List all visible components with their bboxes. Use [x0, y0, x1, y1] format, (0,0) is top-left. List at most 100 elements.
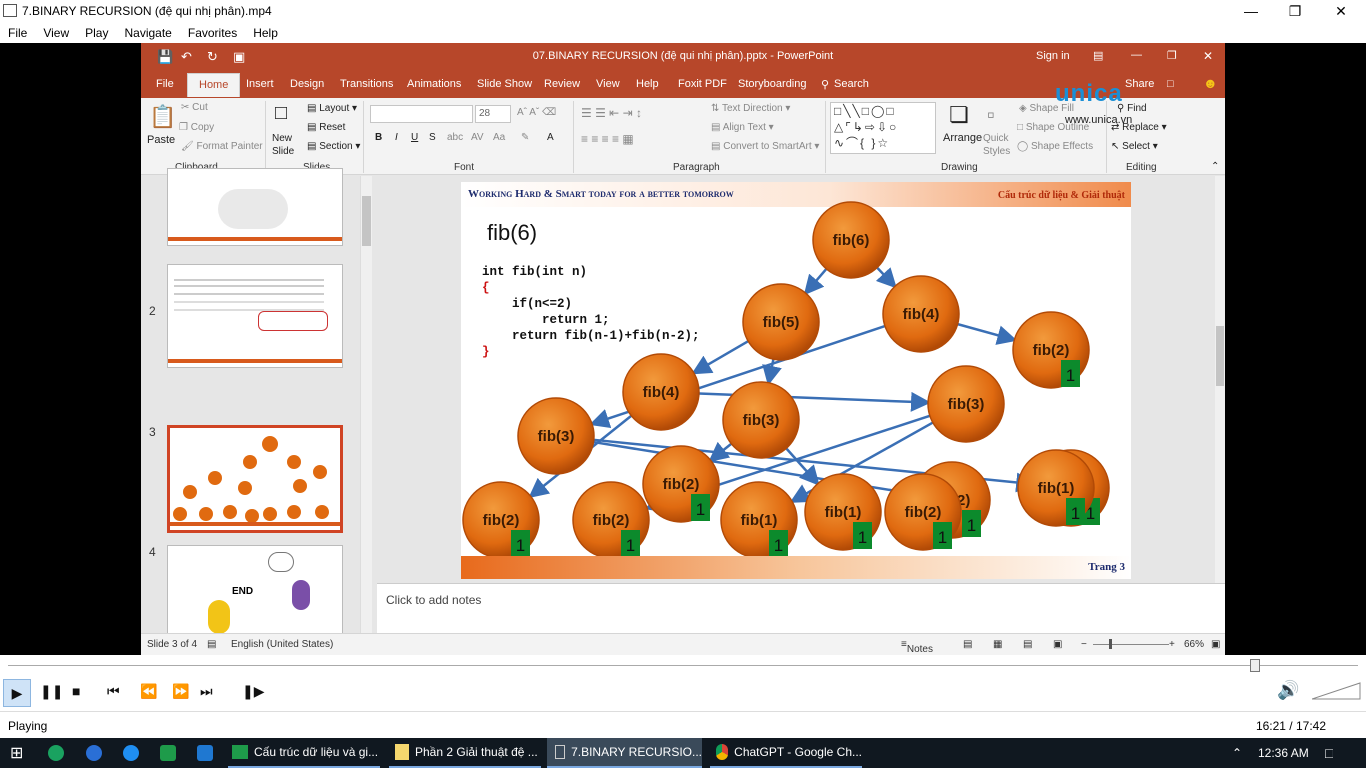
- cut-button[interactable]: ✂ Cut: [181, 102, 208, 113]
- excel-like-icon[interactable]: [160, 745, 176, 761]
- shadow-button[interactable]: S: [429, 132, 436, 143]
- tell-me-search[interactable]: Search: [834, 78, 869, 90]
- reading-view-icon[interactable]: ▤: [1023, 639, 1032, 650]
- shapes-gallery[interactable]: □╲╲□◯□ △⌜↳⇨⇩○ ∿⌒{ }☆: [830, 102, 936, 154]
- frame-step-button[interactable]: ❚▶: [242, 683, 265, 700]
- taskbar-item-3-active[interactable]: 7.BINARY RECURSIO...: [547, 738, 702, 768]
- zoom-slider-thumb[interactable]: [1109, 639, 1112, 649]
- layout-button[interactable]: ▤ Layout ▾: [307, 103, 357, 114]
- ribbon-display-icon[interactable]: ▤: [1093, 49, 1103, 62]
- clock[interactable]: 12:36 AM: [1258, 738, 1309, 768]
- menu-view[interactable]: View: [43, 26, 69, 40]
- copy-button[interactable]: ❐ Copy: [179, 122, 214, 133]
- normal-view-icon[interactable]: ▤: [963, 639, 972, 650]
- arrange-icon[interactable]: ❏: [949, 102, 969, 128]
- quick-styles-icon[interactable]: ▫: [987, 102, 995, 128]
- spellcheck-icon[interactable]: ▤: [207, 639, 216, 650]
- slide-scrollbar[interactable]: [1215, 176, 1225, 583]
- tray-chevron-icon[interactable]: ⌃: [1232, 738, 1242, 768]
- slide-thumbnail-2[interactable]: [167, 264, 343, 368]
- zoom-in-icon[interactable]: +: [1169, 639, 1175, 650]
- zoom-slider[interactable]: [1093, 644, 1169, 645]
- align-icons[interactable]: ≡ ≡ ≡ ≡ ▦: [581, 132, 634, 146]
- paste-button[interactable]: Paste: [147, 134, 175, 146]
- tab-home[interactable]: Home: [187, 73, 241, 97]
- slide-sorter-icon[interactable]: ▦: [993, 639, 1002, 650]
- shape-effects-button[interactable]: ◯ Shape Effects: [1017, 141, 1093, 152]
- stop-button[interactable]: ■: [72, 683, 80, 699]
- taskbar-item-2[interactable]: Phần 2 Giải thuật đệ ...: [389, 738, 541, 768]
- edge-icon[interactable]: [48, 745, 64, 761]
- ppt-minimize-icon[interactable]: —: [1131, 49, 1142, 61]
- minimize-button[interactable]: —: [1228, 0, 1274, 22]
- zoom-out-icon[interactable]: −: [1081, 639, 1087, 650]
- italic-button[interactable]: I: [395, 132, 398, 143]
- pause-button[interactable]: ❚❚: [40, 683, 63, 700]
- char-spacing-button[interactable]: AV: [471, 132, 484, 143]
- taskbar-item-1[interactable]: Cấu trúc dữ liệu và gi...: [228, 738, 380, 768]
- zoom-level[interactable]: 66%: [1184, 639, 1204, 650]
- select-button[interactable]: ↖ Select ▾: [1111, 141, 1158, 152]
- sign-in-link[interactable]: Sign in: [1036, 50, 1070, 62]
- align-text-button[interactable]: ▤ Align Text ▾: [711, 122, 774, 133]
- menu-play[interactable]: Play: [85, 26, 108, 40]
- next-button[interactable]: ⏭: [200, 683, 213, 700]
- tab-design[interactable]: Design: [290, 78, 324, 90]
- smiley-icon[interactable]: ☻: [1203, 75, 1218, 91]
- notes-button[interactable]: ≡ Notes: [901, 639, 933, 655]
- windows-start-icon[interactable]: ⊞: [10, 738, 23, 768]
- maps-icon[interactable]: [86, 745, 102, 761]
- slide-thumbnail-3-selected[interactable]: [167, 425, 343, 533]
- fit-slide-icon[interactable]: ▣: [1211, 639, 1220, 650]
- slide-canvas[interactable]: Working Hard & Smart today for a better …: [461, 182, 1131, 579]
- arrange-button[interactable]: Arrange: [943, 132, 982, 144]
- fast-forward-button[interactable]: ⏩: [172, 683, 189, 700]
- text-direction-button[interactable]: ⇅ Text Direction ▾: [711, 103, 790, 114]
- tab-transitions[interactable]: Transitions: [340, 78, 393, 90]
- tab-animations[interactable]: Animations: [407, 78, 461, 90]
- tab-insert[interactable]: Insert: [246, 78, 274, 90]
- volume-icon[interactable]: 🔊: [1277, 680, 1299, 701]
- bold-button[interactable]: B: [375, 132, 382, 143]
- menu-help[interactable]: Help: [253, 26, 278, 40]
- menu-favorites[interactable]: Favorites: [188, 26, 237, 40]
- zalo-icon[interactable]: [123, 745, 139, 761]
- new-slide-icon[interactable]: □: [275, 102, 287, 125]
- paste-icon[interactable]: 📋: [149, 104, 176, 130]
- volume-slider[interactable]: [1312, 681, 1362, 701]
- ppt-maximize-icon[interactable]: ❐: [1167, 49, 1177, 62]
- font-name-input[interactable]: [370, 105, 473, 123]
- tab-storyboarding[interactable]: Storyboarding: [738, 78, 807, 90]
- previous-button[interactable]: ⏮: [107, 683, 120, 700]
- close-button[interactable]: ✕: [1318, 0, 1364, 22]
- format-painter-button[interactable]: 🖌 Format Painter: [181, 141, 263, 152]
- font-size-input[interactable]: 28: [475, 105, 511, 123]
- quick-styles-button[interactable]: Quick Styles: [983, 132, 1013, 158]
- comments-icon[interactable]: □: [1167, 78, 1174, 90]
- reset-button[interactable]: ▤ Reset: [307, 122, 345, 133]
- change-case-button[interactable]: Aa: [493, 132, 505, 143]
- slideshow-icon[interactable]: ▣: [1053, 639, 1062, 650]
- tab-foxit-pdf[interactable]: Foxit PDF: [678, 78, 727, 90]
- language-label[interactable]: English (United States): [231, 639, 333, 650]
- grow-font-icon[interactable]: Aˆ Aˇ ⌫: [517, 107, 556, 118]
- slide-thumbnail-1[interactable]: [167, 168, 343, 246]
- notes-pane[interactable]: Click to add notes: [377, 583, 1225, 633]
- underline-button[interactable]: U: [411, 132, 418, 143]
- menu-navigate[interactable]: Navigate: [124, 26, 171, 40]
- seek-bar[interactable]: [0, 655, 1366, 675]
- vscode-icon[interactable]: [197, 745, 213, 761]
- tab-view[interactable]: View: [596, 78, 620, 90]
- tab-slide-show[interactable]: Slide Show: [477, 78, 532, 90]
- share-button[interactable]: Share: [1125, 78, 1154, 90]
- ppt-close-icon[interactable]: ✕: [1203, 49, 1213, 63]
- font-color-button[interactable]: A: [547, 132, 554, 143]
- taskbar-item-4[interactable]: ChatGPT - Google Ch...: [710, 738, 862, 768]
- highlight-icon[interactable]: ✎: [521, 132, 529, 143]
- rewind-button[interactable]: ⏪: [140, 683, 157, 700]
- strikethrough-button[interactable]: abc: [447, 132, 463, 143]
- tab-review[interactable]: Review: [544, 78, 580, 90]
- thumbnail-scrollbar[interactable]: [360, 176, 372, 633]
- tab-file[interactable]: File: [156, 78, 174, 90]
- menu-file[interactable]: File: [8, 26, 27, 40]
